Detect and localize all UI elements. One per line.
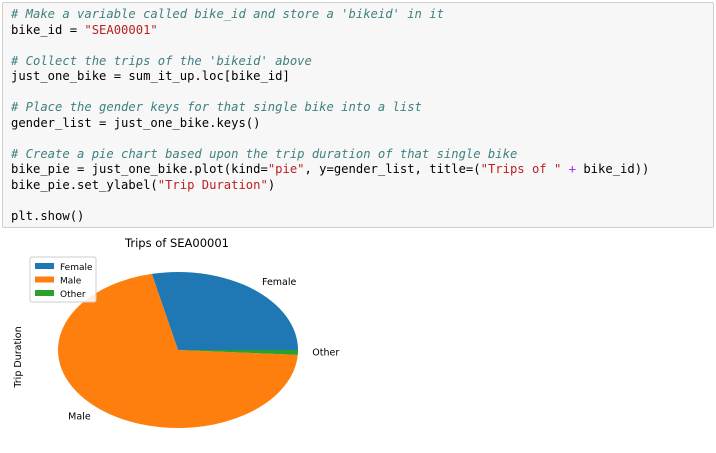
code-cell[interactable]: # Make a variable called bike_id and sto… — [2, 2, 714, 228]
legend-swatch-male — [35, 276, 54, 283]
code-line: # Collect the trips of the 'bikeid' abov… — [11, 54, 649, 70]
chart-legend: Female Male Other — [29, 256, 97, 303]
code-text: gender_list = just_one_bike.keys() — [11, 115, 261, 130]
code-line: gender_list = just_one_bike.keys() — [11, 116, 649, 132]
code-text: just_one_bike = sum_it_up.loc[bike_id] — [11, 69, 290, 83]
pie-label-female: Female — [262, 277, 297, 288]
code-comment: # Make a variable called bike_id and sto… — [11, 7, 444, 21]
code-line: # Make a variable called bike_id and sto… — [11, 7, 649, 23]
code-text: plt.show() — [11, 208, 85, 223]
code-text: bike_pie = just_one_bike.plot(kind= — [11, 162, 268, 176]
output-area: Trips of SEA00001 Trip Duration Female Ma… — [0, 230, 716, 448]
code-line: plt.show() — [11, 209, 649, 225]
code-operator: + — [561, 162, 584, 176]
legend-label-other: Other — [60, 290, 86, 300]
code-text: , y=gender_list, title=( — [304, 162, 481, 176]
code-comment: # Create a pie chart based upon the trip… — [11, 146, 518, 161]
code-comment: # Collect the trips of the 'bikeid' abov… — [11, 53, 312, 68]
legend-label-female: Female — [60, 263, 93, 273]
code-text: bike_id = — [11, 22, 85, 37]
code-text: ) — [267, 177, 276, 192]
chart-title: Trips of SEA00001 — [124, 236, 229, 250]
pie-label-other: Other — [312, 348, 339, 359]
code-line: bike_pie = just_one_bike.plot(kind="pie"… — [11, 162, 649, 178]
code-string: "Trips of " — [480, 162, 562, 176]
code-text: bike_pie.set_ylabel( — [11, 177, 158, 192]
legend-swatch-female — [35, 263, 54, 269]
legend-label-male: Male — [60, 277, 82, 287]
code-text: bike_id)) — [583, 162, 650, 176]
code-string: "pie" — [267, 162, 305, 176]
code-editor[interactable]: # Make a variable called bike_id and sto… — [11, 7, 649, 224]
code-line: # Create a pie chart based upon the trip… — [11, 147, 649, 163]
code-line: just_one_bike = sum_it_up.loc[bike_id] — [11, 69, 649, 85]
code-comment: # Place the gender keys for that single … — [11, 100, 422, 114]
pie-label-male: Male — [68, 411, 91, 422]
legend-swatch-other — [35, 290, 54, 296]
pie-chart: Trips of SEA00001 Trip Duration Female Ma… — [13, 236, 339, 429]
code-string: "SEA00001" — [84, 22, 158, 37]
chart-ylabel: Trip Duration — [13, 326, 24, 388]
code-line: bike_pie.set_ylabel("Trip Duration") — [11, 178, 649, 194]
code-string: "Trip Duration" — [157, 177, 268, 192]
code-line: bike_id = "SEA00001" — [11, 23, 649, 39]
code-line: # Place the gender keys for that single … — [11, 100, 649, 116]
